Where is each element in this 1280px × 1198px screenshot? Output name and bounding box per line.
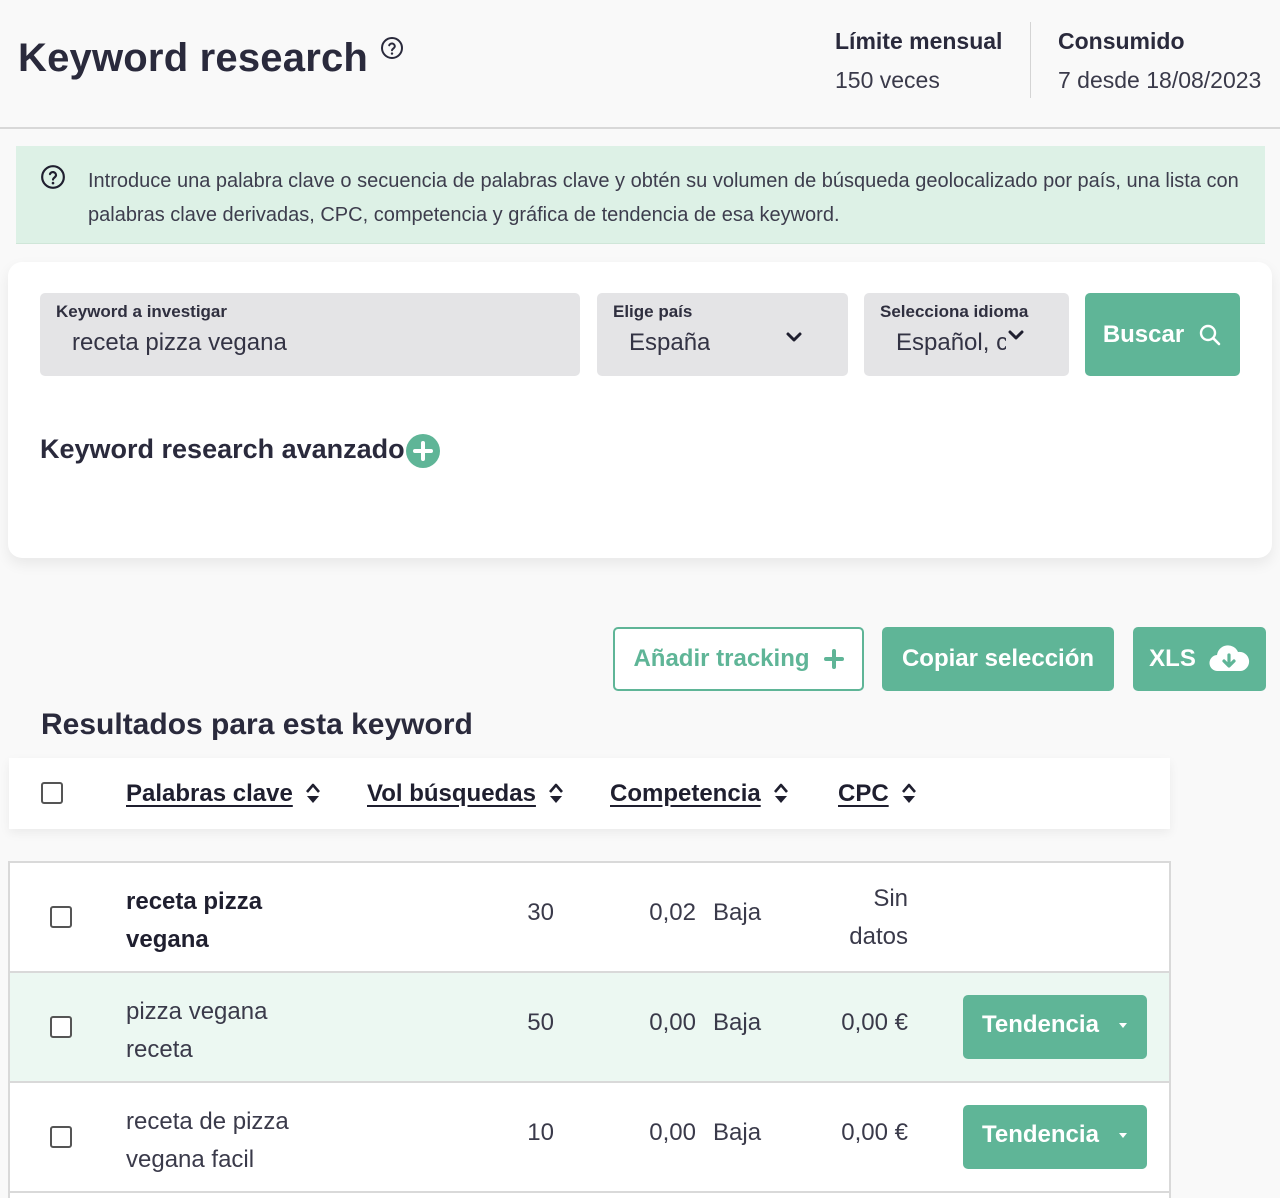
keyword-field[interactable]: Keyword a investigar bbox=[40, 293, 580, 376]
trend-button[interactable]: Tendencia bbox=[963, 995, 1147, 1059]
chevron-down-icon bbox=[1008, 330, 1024, 340]
country-select-value: España bbox=[629, 329, 711, 356]
cloud-download-icon bbox=[1209, 645, 1249, 672]
keyword-field-label: Keyword a investigar bbox=[56, 302, 228, 321]
table-row: receta pizza vegana 30 0,02 Baja Sin dat… bbox=[10, 863, 1169, 973]
info-text: Introduce una palabra clave o secuencia … bbox=[88, 170, 1239, 226]
page-header: Keyword research Límite mensual 150 vece… bbox=[0, 0, 1280, 129]
language-select-label: Selecciona idioma bbox=[880, 302, 1029, 321]
cpc-cell: 0,00 € bbox=[841, 1119, 908, 1146]
monthly-limit: Límite mensual 150 veces bbox=[835, 28, 1002, 94]
keyword-input[interactable] bbox=[72, 326, 562, 360]
select-all-checkbox[interactable] bbox=[41, 782, 63, 804]
trend-button-label: Tendencia bbox=[982, 1011, 1099, 1038]
question-circle-icon[interactable] bbox=[380, 36, 404, 60]
table-header: Palabras clave Vol búsquedas Competencia… bbox=[9, 758, 1170, 829]
stat-divider bbox=[1030, 22, 1031, 98]
monthly-limit-value: 150 veces bbox=[835, 67, 940, 93]
keyword-line: receta pizza bbox=[126, 888, 263, 915]
competition-value-cell: 0,02 bbox=[649, 899, 696, 926]
language-select[interactable]: Selecciona idioma Español, c bbox=[864, 293, 1069, 376]
table-row: pizza vegana receta 50 0,00 Baja 0,00 € … bbox=[10, 973, 1169, 1083]
plus-circle-icon[interactable] bbox=[406, 434, 440, 468]
results-table: receta pizza vegana 30 0,02 Baja Sin dat… bbox=[8, 861, 1171, 1198]
cpc-line: datos bbox=[849, 923, 908, 950]
column-header-volume[interactable]: Vol búsquedas bbox=[367, 780, 564, 808]
volume-cell: 50 bbox=[527, 1009, 554, 1036]
trend-button[interactable]: Tendencia bbox=[963, 1105, 1147, 1169]
keyword-line: receta bbox=[126, 1036, 193, 1063]
info-banner: Introduce una palabra clave o secuencia … bbox=[16, 146, 1265, 244]
add-tracking-label: Añadir tracking bbox=[633, 645, 810, 672]
competition-value-cell: 0,00 bbox=[649, 1009, 696, 1036]
competition-label-cell: Baja bbox=[713, 1119, 762, 1146]
consumed: Consumido 7 desde 18/08/2023 bbox=[1058, 28, 1261, 94]
row-checkbox[interactable] bbox=[50, 906, 72, 928]
add-tracking-button[interactable]: Añadir tracking bbox=[613, 627, 864, 691]
column-header-keywords[interactable]: Palabras clave bbox=[126, 780, 321, 808]
sort-icon bbox=[773, 783, 788, 803]
cpc-line: Sin bbox=[873, 885, 908, 912]
volume-cell: 30 bbox=[527, 899, 554, 926]
advanced-research-label[interactable]: Keyword research avanzado bbox=[40, 434, 405, 465]
column-header-keywords-label: Palabras clave bbox=[126, 780, 293, 807]
keyword-line: pizza vegana bbox=[126, 998, 268, 1025]
chevron-down-icon bbox=[786, 332, 802, 342]
keyword-cell[interactable]: pizza vegana receta bbox=[126, 993, 346, 1069]
plus-icon bbox=[823, 649, 844, 669]
country-select-label: Elige país bbox=[613, 302, 693, 321]
country-select[interactable]: Elige país España bbox=[597, 293, 848, 376]
results-title: Resultados para esta keyword bbox=[41, 708, 473, 741]
column-header-cpc-label: CPC bbox=[838, 780, 889, 807]
column-header-cpc[interactable]: CPC bbox=[838, 780, 917, 808]
cpc-cell: 0,00 € bbox=[841, 1009, 908, 1036]
monthly-limit-label: Límite mensual bbox=[835, 28, 1003, 54]
copy-selection-button[interactable]: Copiar selección bbox=[882, 627, 1114, 691]
xls-export-button[interactable]: XLS bbox=[1133, 627, 1266, 691]
search-icon bbox=[1199, 324, 1221, 345]
sort-icon bbox=[548, 783, 563, 803]
keyword-cell[interactable]: receta pizza vegana bbox=[126, 883, 346, 959]
keyword-line: receta de pizza bbox=[126, 1108, 289, 1135]
sort-icon bbox=[305, 783, 320, 803]
xls-label: XLS bbox=[1149, 645, 1196, 672]
copy-selection-label: Copiar selección bbox=[901, 645, 1095, 672]
competition-label-cell: Baja bbox=[713, 1009, 762, 1036]
language-select-value: Español, c bbox=[896, 329, 1006, 356]
search-button[interactable]: Buscar bbox=[1085, 293, 1240, 376]
trend-button-label: Tendencia bbox=[982, 1121, 1099, 1148]
column-header-volume-label: Vol búsquedas bbox=[367, 780, 536, 807]
search-card: Keyword a investigar Elige país España S… bbox=[8, 262, 1272, 558]
consumed-value: 7 desde 18/08/2023 bbox=[1058, 67, 1262, 93]
keyword-cell[interactable]: receta de pizza vegana facil bbox=[126, 1103, 346, 1179]
row-checkbox[interactable] bbox=[50, 1016, 72, 1038]
column-header-competition-label: Competencia bbox=[610, 780, 761, 807]
caret-down-icon bbox=[1119, 1133, 1127, 1138]
competition-value-cell: 0,00 bbox=[649, 1119, 696, 1146]
keyword-line: vegana bbox=[126, 926, 209, 953]
sort-icon bbox=[901, 783, 916, 803]
caret-down-icon bbox=[1119, 1023, 1127, 1028]
question-circle-icon bbox=[41, 165, 65, 189]
keyword-line: vegana facil bbox=[126, 1146, 255, 1173]
column-header-competition[interactable]: Competencia bbox=[610, 780, 789, 808]
competition-label-cell: Baja bbox=[713, 899, 762, 926]
search-button-label: Buscar bbox=[1102, 320, 1185, 348]
cpc-cell: Sin datos bbox=[800, 880, 908, 956]
page-title: Keyword research bbox=[18, 36, 369, 80]
volume-cell: 10 bbox=[527, 1119, 554, 1146]
row-checkbox[interactable] bbox=[50, 1126, 72, 1148]
table-row: receta de pizza vegana facil 10 0,00 Baj… bbox=[10, 1083, 1169, 1193]
consumed-label: Consumido bbox=[1058, 28, 1185, 54]
